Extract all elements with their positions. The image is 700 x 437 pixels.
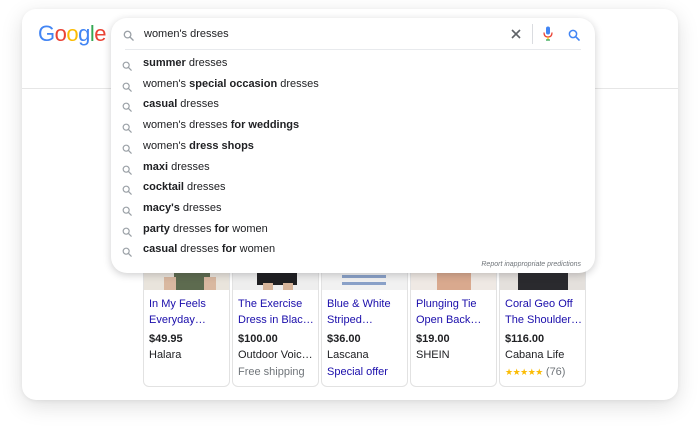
logo-letter: o (54, 21, 67, 46)
product-title[interactable]: Blue & White (327, 296, 405, 312)
suggestion-text-part: dresses (169, 222, 215, 235)
product-title[interactable]: Coral Geo Off (505, 296, 583, 312)
suggestion-text-part: maxi (143, 160, 169, 173)
suggestion-text-part: party (143, 222, 170, 235)
suggestion-item[interactable]: women's dress shops (111, 136, 595, 156)
suggestion-item[interactable]: casual dresses (111, 94, 595, 114)
suggestion-item[interactable]: cocktail dresses (111, 177, 595, 197)
suggestion-text: women's dresses for weddings (143, 119, 299, 131)
product-title[interactable]: Open Back… (416, 312, 494, 328)
logo-letter: o (66, 21, 79, 46)
suggestion-text: macy's dresses (143, 202, 221, 214)
suggestion-item[interactable]: summer dresses (111, 53, 595, 73)
product-title[interactable]: Everyday… (149, 312, 227, 328)
suggestion-text-part: summer (143, 57, 186, 69)
suggestion-text: casual dresses for women (143, 243, 275, 255)
review-count: (76) (545, 366, 566, 378)
suggestion-text-part: women's (143, 77, 190, 90)
suggestion-text-part: dresses (177, 98, 219, 111)
product-store: Halara (149, 349, 182, 361)
product-card[interactable]: In My Feels Everyday… $49.95 Halara (143, 258, 230, 387)
product-card[interactable]: Plunging Tie Open Back… $19.00 SHEIN (410, 258, 497, 387)
product-price: $19.00 (416, 333, 450, 345)
google-logo[interactable]: Google (38, 21, 107, 47)
divider (532, 24, 533, 44)
search-bar (111, 18, 595, 50)
suggestion-text-part: women (236, 243, 276, 256)
suggestion-text-part: cocktail (143, 181, 184, 194)
suggestion-item[interactable]: macy's dresses (111, 198, 595, 218)
product-store: SHEIN (416, 349, 450, 361)
suggestion-text-part: women's dresses (143, 119, 231, 132)
product-price: $49.95 (149, 333, 183, 345)
suggestion-text-part: dresses (177, 243, 222, 256)
product-store: Outdoor Voic… (238, 349, 313, 361)
suggestion-text-part: macy's (143, 201, 180, 214)
suggestion-text-part: for weddings (230, 119, 300, 132)
product-card[interactable]: Coral Geo Off The Shoulder… $116.00 Caba… (499, 258, 586, 387)
product-store: Lascana (327, 349, 369, 361)
product-card[interactable]: Blue & White Striped… $36.00 Lascana Spe… (321, 258, 408, 387)
suggestion-text-part: casual (143, 98, 178, 111)
product-title[interactable]: The Exercise (238, 296, 316, 312)
product-rating: ★★★★★ (76) (505, 366, 565, 378)
suggestion-text-part: casual (143, 243, 178, 256)
suggestion-text-part: for (221, 243, 237, 256)
product-card[interactable]: The Exercise Dress in Blac… $100.00 Outd… (232, 258, 319, 387)
special-offer-link[interactable]: Special offer (327, 366, 388, 378)
product-price: $36.00 (327, 333, 361, 345)
logo-letter: e (94, 21, 107, 46)
suggestion-text: casual dresses (143, 98, 219, 110)
suggestion-text-part: women (229, 222, 268, 235)
suggestion-text: women's special occasion dresses (143, 78, 319, 90)
product-title[interactable]: Striped… (327, 312, 405, 328)
close-icon[interactable] (510, 27, 522, 45)
search-divider (125, 49, 581, 50)
product-price: $116.00 (505, 333, 545, 345)
product-store: Cabana Life (505, 349, 565, 361)
suggestion-text-part: special occasion (189, 77, 278, 90)
logo-letter: G (38, 21, 55, 46)
suggestion-text-part: dress shops (189, 139, 254, 152)
suggestion-text: summer dresses (143, 57, 227, 69)
suggestion-item[interactable]: maxi dresses (111, 157, 595, 177)
suggestion-text-part: women's (143, 139, 190, 152)
suggestion-text: women's dress shops (143, 140, 254, 152)
suggestion-item[interactable]: women's special occasion dresses (111, 74, 595, 94)
suggestion-text-part: dresses (179, 201, 222, 214)
suggestion-text: cocktail dresses (143, 181, 226, 193)
suggestion-item[interactable]: party dresses for women (111, 219, 595, 239)
search-autocomplete: summer dresseswomen's special occasion d… (111, 18, 595, 273)
search-icon (122, 244, 132, 262)
logo-letter: g (78, 21, 90, 46)
product-title[interactable]: Plunging Tie (416, 296, 494, 312)
shipping-label: Free shipping (238, 366, 305, 378)
product-title[interactable]: The Shoulder… (505, 312, 583, 328)
suggestion-item[interactable]: women's dresses for weddings (111, 115, 595, 135)
search-icon[interactable] (568, 28, 580, 46)
product-title[interactable]: In My Feels (149, 296, 227, 312)
suggestion-text: party dresses for women (143, 223, 268, 235)
microphone-icon[interactable] (543, 26, 553, 46)
suggestion-text-part: for (214, 222, 230, 235)
product-title[interactable]: Dress in Blac… (238, 312, 316, 328)
product-price: $100.00 (238, 333, 278, 345)
suggestion-text: maxi dresses (143, 161, 210, 173)
report-predictions-link[interactable]: Report inappropriate predictions (481, 261, 581, 268)
suggestion-text-part: dresses (185, 57, 228, 69)
suggestion-text-part: dresses (183, 181, 226, 194)
star-rating-icon: ★★★★★ (505, 367, 543, 377)
suggestion-text-part: dresses (168, 160, 210, 173)
suggestion-item[interactable]: casual dresses for women (111, 239, 595, 259)
search-icon (123, 28, 134, 46)
search-input[interactable] (144, 26, 504, 42)
suggestion-text-part: dresses (277, 77, 319, 90)
